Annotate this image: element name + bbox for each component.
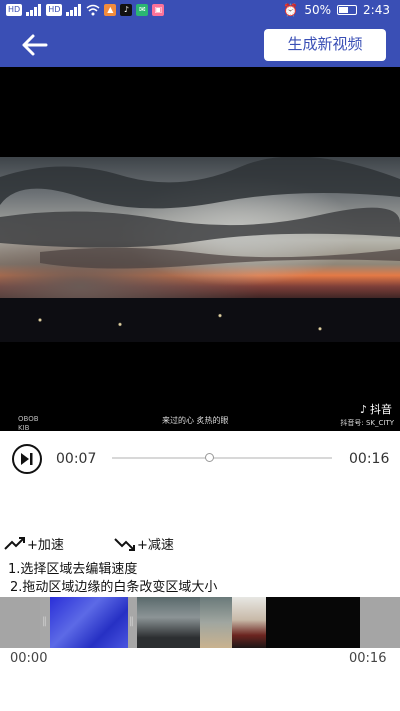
current-time: 00:07 [56,451,97,467]
corner-watermark: OBOB KIB [18,415,39,431]
status-right: ⏰ 50% 2:43 [283,3,390,17]
video-frame: OBOB KIB 来过的心 炙热的眼 ♪ 抖音 抖音号: SK_CITY [0,157,400,431]
arrow-left-icon [22,34,48,56]
timeline-thumbnail-2 [137,597,200,648]
tiktok-notification-icon: ♪ [120,4,133,16]
hd-signal-icon-2: HD [46,4,63,16]
timeline-region-left[interactable] [0,597,40,648]
city-skyline [0,298,400,342]
speed-up-label: +加速 [27,538,64,553]
back-button[interactable] [20,32,50,58]
tiktok-account-id: 抖音号: SK_CITY [340,419,394,427]
generate-new-video-button[interactable]: 生成新视频 [264,29,386,61]
region-handle-right[interactable]: ‖ [129,616,134,627]
timeline-thumbnail-5 [266,597,360,648]
timeline-thumbnail-4 [232,597,266,648]
video-player[interactable]: OBOB KIB 来过的心 炙热的眼 ♪ 抖音 抖音号: SK_CITY [0,67,400,431]
tiktok-logo-icon: ♪ [359,402,367,416]
message-notification-icon: ✉ [136,4,149,16]
slow-down-label: +减速 [137,538,174,553]
play-pause-button[interactable] [12,444,42,474]
trend-up-icon [4,536,25,550]
speed-up-legend: +加速 [4,534,64,553]
total-time: 00:16 [349,451,390,467]
seek-bar-thumb[interactable] [204,453,214,462]
video-subtitle: 来过的心 炙热的眼 [162,416,229,425]
tiktok-brand-text: 抖音 [370,403,392,416]
tiktok-watermark: ♪ 抖音 [360,401,392,417]
seek-bar-progress [112,457,209,459]
clock-time: 2:43 [363,3,390,17]
timeline-thumbnail-3 [200,597,232,648]
seek-bar[interactable] [112,453,332,462]
signal-bars-icon-2 [66,4,82,16]
timeline-end-time: 00:16 [349,651,387,666]
status-left-icons: HD HD ▲ ♪ ✉ ▣ [6,4,165,16]
play-pause-icon [21,453,33,465]
battery-icon [337,5,358,15]
wifi-icon [86,4,100,16]
timeline-start-time: 00:00 [10,651,48,666]
video-app-notification-icon: ▣ [152,4,165,16]
app-header: HD HD ▲ ♪ ✉ ▣ ⏰ 50% 2:43 生成新视频 [0,0,400,67]
timeline-region-right[interactable] [360,597,400,648]
battery-percent: 50% [304,3,332,17]
alarm-icon: ⏰ [283,3,299,17]
signal-bars-icon [26,4,42,16]
trend-down-icon [114,537,135,551]
status-bar: HD HD ▲ ♪ ✉ ▣ ⏰ 50% 2:43 [0,0,400,24]
region-handle-left[interactable]: ‖ [42,616,47,627]
app-notification-icon: ▲ [104,4,117,16]
timeline-thumbnail-1 [50,597,128,648]
hd-signal-icon: HD [6,4,23,16]
timeline-strip[interactable]: ‖ ‖ [0,597,400,648]
sky-clouds [0,157,400,269]
instruction-line-2: 2.拖动区域边缘的白条改变区域大小 [10,580,218,595]
instruction-line-1: 1.选择区域去编辑速度 [8,562,138,577]
slow-down-legend: +减速 [114,534,174,553]
